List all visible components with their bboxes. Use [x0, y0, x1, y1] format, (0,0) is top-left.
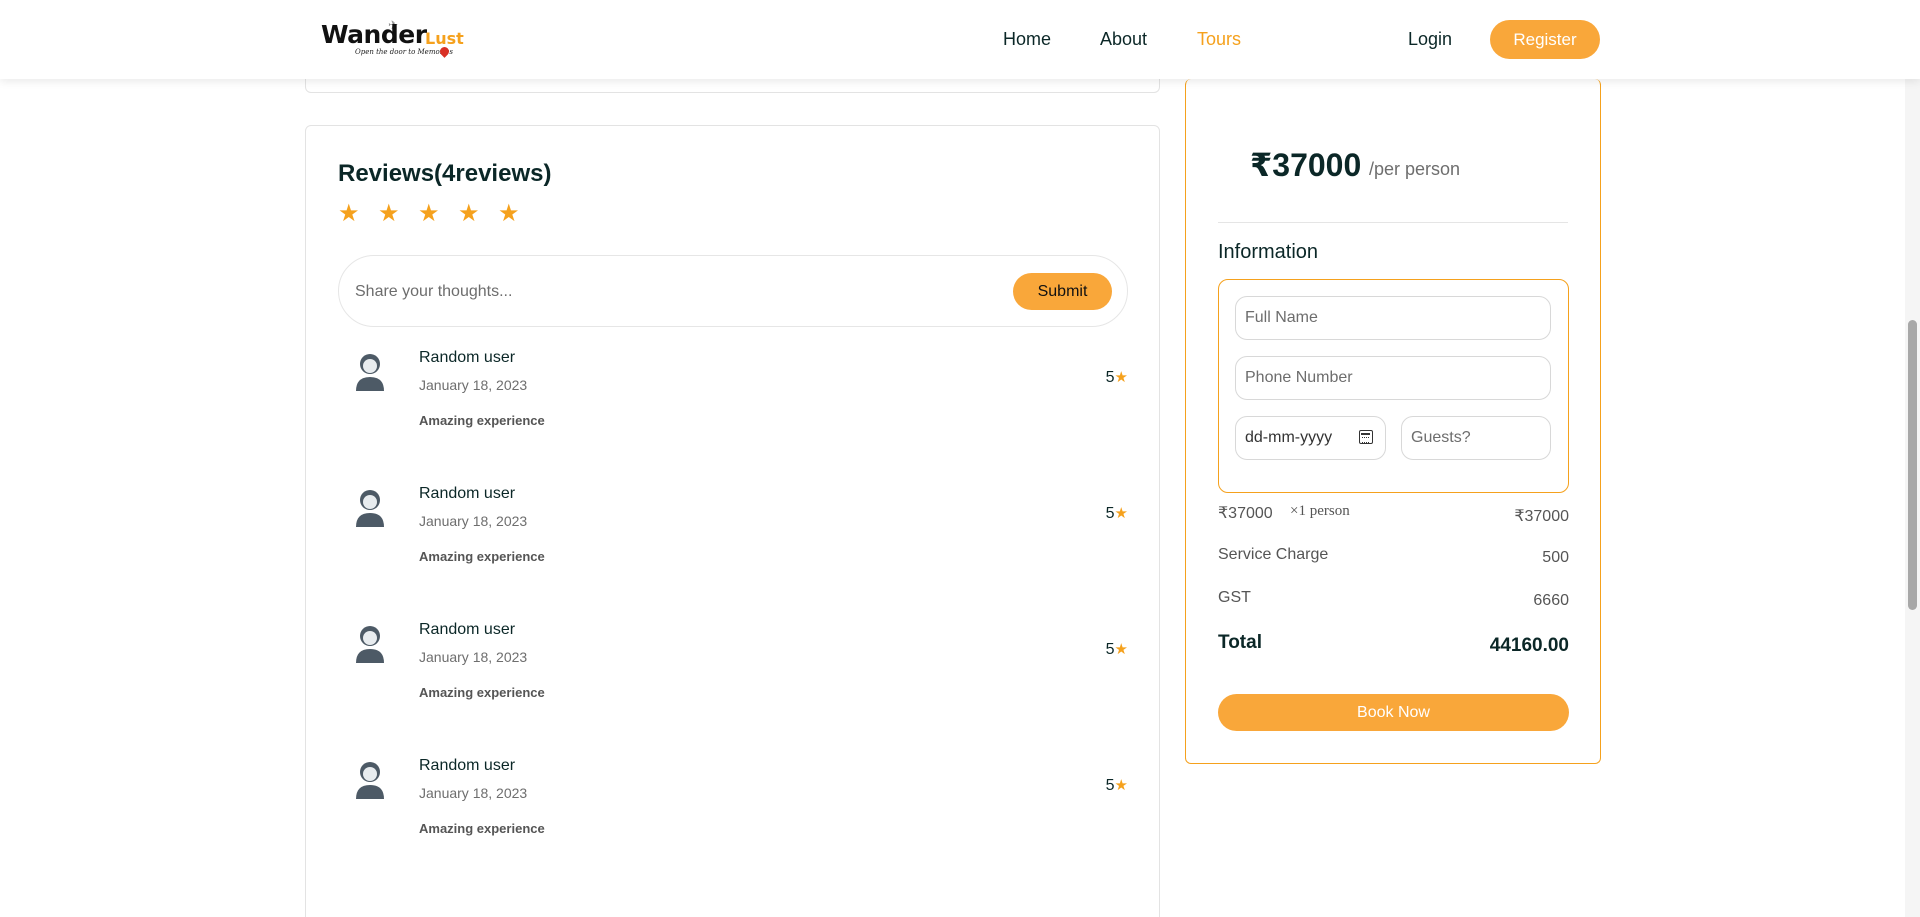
persons-label: 1 person [1298, 503, 1350, 519]
rating-value: 5 [1105, 505, 1115, 522]
reviewer-name: Random user [419, 485, 516, 502]
price-breakdown-row: ₹37000 ×1 person ₹37000 [1218, 503, 1569, 527]
per-person-label: /per person [1369, 159, 1461, 179]
service-charge-label: Service Charge [1218, 546, 1329, 563]
reviewer-name: Random user [419, 349, 516, 366]
review-rating: 5★ [1106, 640, 1128, 659]
review-date: January 18, 2023 [419, 649, 528, 665]
service-charge-row: Service Charge 500 [1218, 546, 1569, 570]
star-icon: ★ [1114, 505, 1128, 522]
reviews-card: Reviews(4reviews) ★ ★ ★ ★ ★ Submit Rando… [305, 125, 1160, 917]
star-icon[interactable]: ★ [418, 199, 442, 228]
review-date: January 18, 2023 [419, 377, 528, 393]
review-input[interactable] [355, 278, 975, 306]
login-button[interactable]: Login [1408, 29, 1452, 50]
star-icon[interactable]: ★ [498, 199, 522, 228]
avatar-icon [356, 490, 384, 527]
total-value: 44160.00 [1489, 635, 1569, 656]
person-multiplier: ×1 person [1290, 503, 1350, 520]
book-now-button[interactable]: Book Now [1218, 694, 1569, 731]
star-icon: ★ [1114, 369, 1128, 386]
nav-home[interactable]: Home [1003, 29, 1051, 50]
review-form: Submit [338, 255, 1128, 327]
gst-value: 6660 [1533, 592, 1569, 609]
avatar-icon [356, 354, 384, 391]
star-icon[interactable]: ★ [458, 199, 482, 228]
tour-price: ₹37000 [1250, 147, 1362, 183]
line-total: ₹37000 [1514, 508, 1569, 525]
reviews-title: Reviews(4reviews) [338, 160, 552, 187]
rating-value: 5 [1105, 369, 1115, 386]
reviewer-name: Random user [419, 621, 516, 638]
calendar-icon[interactable] [1359, 430, 1373, 444]
review-date: January 18, 2023 [419, 785, 528, 801]
review-date: January 18, 2023 [419, 513, 528, 529]
gst-row: GST 6660 [1218, 589, 1569, 613]
avatar-icon [356, 762, 384, 799]
review-text: Amazing experience [419, 549, 545, 564]
date-input[interactable]: dd-mm-yyyy [1235, 416, 1386, 460]
total-row: Total 44160.00 [1218, 632, 1569, 660]
rating-value: 5 [1105, 777, 1115, 794]
rating-stars: ★ ★ ★ ★ ★ [338, 199, 522, 228]
star-icon: ★ [1114, 777, 1128, 794]
date-value: dd-mm-yyyy [1245, 429, 1333, 446]
avatar-icon [356, 626, 384, 663]
booking-card: ₹37000 /per person Information dd-mm-yyy… [1185, 79, 1601, 764]
booking-form: dd-mm-yyyy [1218, 279, 1569, 493]
full-name-input[interactable] [1235, 296, 1551, 340]
review-item: Random user January 18, 2023 Amazing exp… [338, 752, 1128, 862]
gst-label: GST [1218, 589, 1251, 606]
divider [1218, 222, 1568, 223]
submit-button[interactable]: Submit [1013, 273, 1112, 310]
review-item: Random user January 18, 2023 Amazing exp… [338, 344, 1128, 454]
logo-tagline: Open the door to Memories [355, 48, 453, 56]
service-charge-value: 500 [1542, 549, 1569, 566]
logo[interactable]: ✈ Wander Lust Open the door to Memories [320, 18, 464, 66]
reviewer-name: Random user [419, 757, 516, 774]
phone-number-input[interactable] [1235, 356, 1551, 400]
review-item: Random user January 18, 2023 Amazing exp… [338, 480, 1128, 590]
review-item: Random user January 18, 2023 Amazing exp… [338, 616, 1128, 726]
logo-main-text: Wander [321, 20, 427, 49]
review-text: Amazing experience [419, 413, 545, 428]
scrollbar-thumb[interactable] [1908, 320, 1917, 610]
review-text: Amazing experience [419, 685, 545, 700]
star-icon[interactable]: ★ [338, 199, 362, 228]
review-rating: 5★ [1106, 776, 1128, 795]
unit-price: ₹37000 [1218, 505, 1273, 522]
site-header: ✈ Wander Lust Open the door to Memories … [0, 0, 1920, 79]
guests-input[interactable] [1401, 416, 1551, 460]
register-button[interactable]: Register [1490, 20, 1600, 59]
review-text: Amazing experience [419, 821, 545, 836]
nav-about[interactable]: About [1100, 29, 1147, 50]
star-icon: ★ [1114, 641, 1128, 658]
rating-value: 5 [1105, 641, 1115, 658]
logo-sub-text: Lust [425, 29, 464, 48]
nav-tours[interactable]: Tours [1197, 29, 1241, 50]
total-label: Total [1218, 632, 1262, 653]
star-icon[interactable]: ★ [378, 199, 402, 228]
review-rating: 5★ [1106, 368, 1128, 387]
information-title: Information [1218, 241, 1319, 263]
review-rating: 5★ [1106, 504, 1128, 523]
